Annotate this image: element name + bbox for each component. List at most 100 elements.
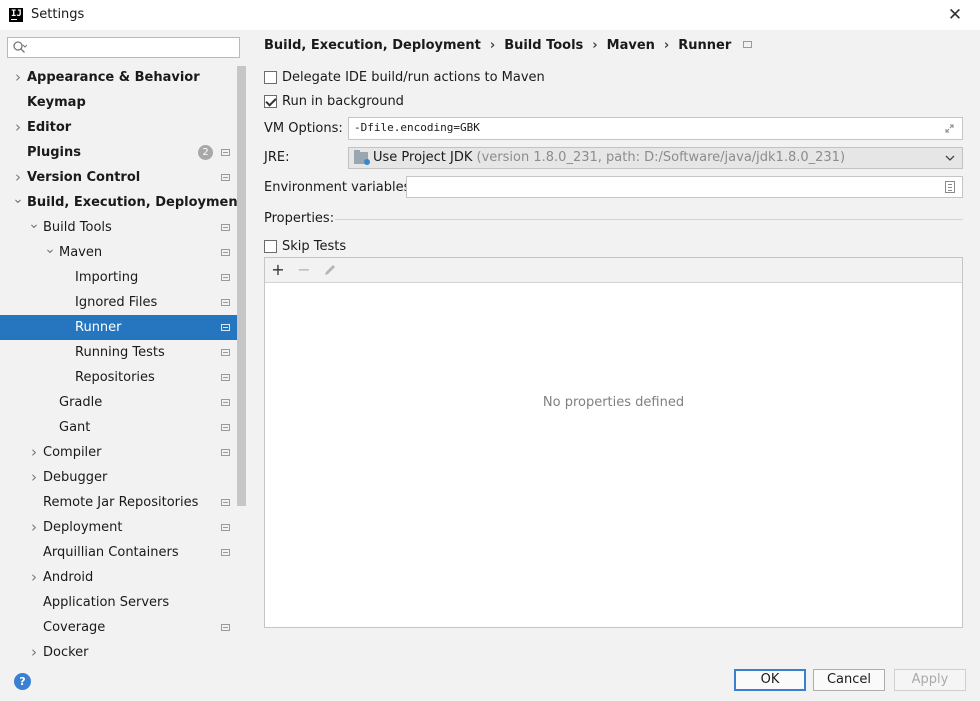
- remove-icon[interactable]: −: [294, 260, 314, 280]
- delegate-checkbox[interactable]: [264, 71, 277, 84]
- properties-table: + − No properties defined: [264, 257, 963, 628]
- chevron-down-icon[interactable]: ⌄: [28, 215, 40, 240]
- sidebar-item[interactable]: › Editor: [0, 115, 247, 140]
- sidebar-item[interactable]: › Appearance & Behavior: [0, 65, 247, 90]
- project-scope-icon: [221, 549, 230, 556]
- breadcrumb-item[interactable]: Build, Execution, Deployment: [264, 38, 481, 53]
- update-count-badge: 2: [198, 145, 213, 160]
- sidebar-item-label: Plugins: [27, 145, 81, 160]
- sidebar-item[interactable]: Runner: [0, 315, 247, 340]
- sidebar-item-label: Android: [43, 570, 94, 585]
- jre-select-text: Use Project JDK (version 1.8.0_231, path…: [373, 150, 845, 165]
- project-scope-icon: [221, 499, 230, 506]
- vm-options-input[interactable]: -Dfile.encoding=GBK: [348, 117, 963, 140]
- chevron-right-icon[interactable]: ›: [12, 165, 24, 190]
- sidebar-item[interactable]: Coverage: [0, 615, 247, 640]
- sidebar-item[interactable]: › Version Control: [0, 165, 247, 190]
- jre-select[interactable]: Use Project JDK (version 1.8.0_231, path…: [348, 147, 963, 169]
- sidebar-item[interactable]: Gant: [0, 415, 247, 440]
- help-icon[interactable]: ?: [14, 673, 31, 690]
- sidebar-item[interactable]: › Debugger: [0, 465, 247, 490]
- project-scope-icon: [221, 224, 230, 231]
- add-icon[interactable]: +: [268, 260, 288, 280]
- sidebar-item[interactable]: › Android: [0, 565, 247, 590]
- sidebar-item[interactable]: Application Servers: [0, 590, 247, 615]
- sidebar-item-label: Debugger: [43, 470, 108, 485]
- breadcrumb-separator-icon: ›: [489, 38, 496, 53]
- sidebar-item-label: Maven: [59, 245, 103, 260]
- close-icon[interactable]: ✕: [944, 4, 966, 26]
- sidebar-item-label: Running Tests: [75, 345, 165, 360]
- jdk-folder-icon: [354, 150, 370, 165]
- sidebar-scrollbar-thumb[interactable]: [237, 66, 246, 506]
- sidebar-item[interactable]: Repositories: [0, 365, 247, 390]
- project-scope-icon: [221, 174, 230, 181]
- settings-sidebar: › Appearance & Behavior Keymap › Editor Plugi…: [0, 30, 247, 661]
- ok-button[interactable]: OK: [734, 669, 806, 691]
- run-in-background-checkbox[interactable]: [264, 95, 277, 108]
- chevron-down-icon[interactable]: ⌄: [44, 240, 56, 265]
- properties-toolbar: + −: [265, 258, 962, 283]
- environment-variables-label: Environment variables:: [264, 180, 415, 195]
- apply-button[interactable]: Apply: [894, 669, 966, 691]
- project-scope-icon: [221, 324, 230, 331]
- chevron-right-icon[interactable]: ›: [28, 565, 40, 590]
- breadcrumb-item[interactable]: Maven: [607, 38, 655, 53]
- sidebar-item[interactable]: ⌄ Build Tools: [0, 215, 247, 240]
- sidebar-item[interactable]: Keymap: [0, 90, 247, 115]
- sidebar-item[interactable]: Remote Jar Repositories: [0, 490, 247, 515]
- project-scope-icon: [743, 41, 753, 48]
- sidebar-item-label: Remote Jar Repositories: [43, 495, 199, 510]
- breadcrumb-item: Runner: [678, 38, 732, 53]
- sidebar-item[interactable]: Gradle: [0, 390, 247, 415]
- chevron-right-icon[interactable]: ›: [28, 440, 40, 465]
- search-input[interactable]: [7, 37, 240, 58]
- chevron-right-icon[interactable]: ›: [28, 465, 40, 490]
- sidebar-item-label: Importing: [75, 270, 139, 285]
- project-scope-icon: [221, 374, 230, 381]
- runner-settings-panel: Build, Execution, Deployment › Build Tools…: [247, 30, 980, 660]
- edit-icon[interactable]: [320, 260, 340, 280]
- chevron-right-icon[interactable]: ›: [12, 65, 24, 90]
- chevron-right-icon[interactable]: ›: [12, 115, 24, 140]
- sidebar-item[interactable]: Ignored Files: [0, 290, 247, 315]
- cancel-button[interactable]: Cancel: [813, 669, 885, 691]
- sidebar-item-label: Gant: [59, 420, 91, 435]
- sidebar-item[interactable]: Plugins 2: [0, 140, 247, 165]
- sidebar-item-label: Ignored Files: [75, 295, 158, 310]
- dialog-footer: ? OK Cancel Apply: [0, 660, 980, 701]
- project-scope-icon: [221, 249, 230, 256]
- sidebar-item[interactable]: Importing: [0, 265, 247, 290]
- vm-options-label: VM Options:: [264, 121, 343, 136]
- project-scope-icon: [221, 624, 230, 631]
- project-scope-icon: [221, 399, 230, 406]
- project-scope-icon: [221, 449, 230, 456]
- settings-tree: › Appearance & Behavior Keymap › Editor Plugi…: [0, 65, 247, 665]
- sidebar-item[interactable]: Running Tests: [0, 340, 247, 365]
- sidebar-item[interactable]: › Compiler: [0, 440, 247, 465]
- sidebar-item[interactable]: ⌄ Maven: [0, 240, 247, 265]
- sidebar-item-label: Version Control: [27, 170, 141, 185]
- sidebar-item-label: Compiler: [43, 445, 102, 460]
- skip-tests-checkbox[interactable]: [264, 240, 277, 253]
- breadcrumb-separator-icon: ›: [663, 38, 670, 53]
- empty-state-text: No properties defined: [542, 395, 685, 410]
- browse-list-icon[interactable]: [945, 181, 955, 193]
- sidebar-item[interactable]: ⌄ Build, Execution, Deployment: [0, 190, 247, 215]
- environment-variables-input[interactable]: [406, 176, 963, 198]
- project-scope-icon: [221, 299, 230, 306]
- breadcrumb-item[interactable]: Build Tools: [504, 38, 583, 53]
- sidebar-item-label: Arquillian Containers: [43, 545, 179, 560]
- search-icon: [13, 41, 27, 53]
- chevron-down-icon[interactable]: ⌄: [12, 190, 24, 215]
- expand-icon[interactable]: [945, 124, 954, 133]
- delegate-label: Delegate IDE build/run actions to Maven: [282, 70, 545, 85]
- sidebar-item-label: Build Tools: [43, 220, 112, 235]
- chevron-right-icon[interactable]: ›: [28, 515, 40, 540]
- sidebar-item-label: Application Servers: [43, 595, 170, 610]
- sidebar-item-label: Appearance & Behavior: [27, 70, 200, 85]
- sidebar-item[interactable]: Arquillian Containers: [0, 540, 247, 565]
- sidebar-item[interactable]: › Deployment: [0, 515, 247, 540]
- chevron-down-icon[interactable]: [944, 152, 956, 164]
- divider: [335, 219, 963, 220]
